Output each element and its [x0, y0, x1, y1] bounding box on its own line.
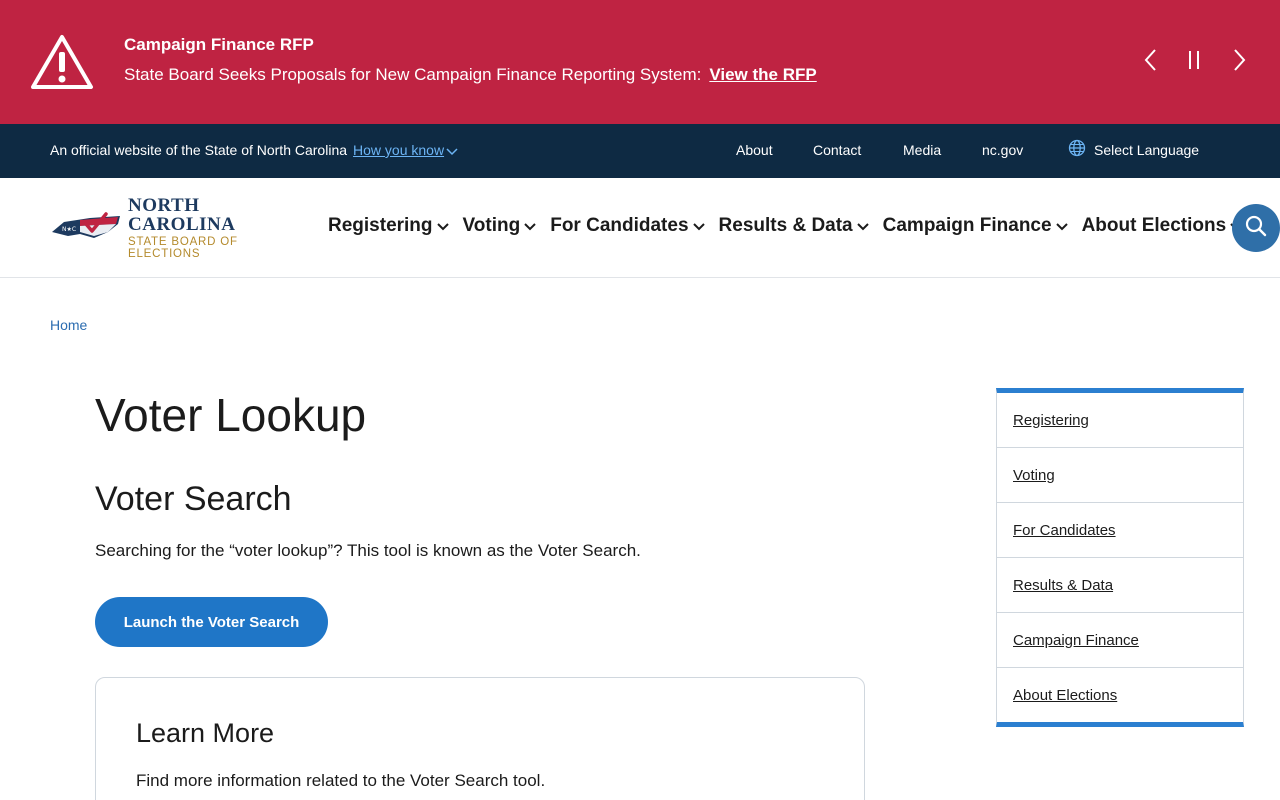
- nav-label: Registering: [328, 215, 433, 236]
- how-you-know-label: How you know: [353, 142, 445, 158]
- nav-voting[interactable]: Voting: [463, 215, 537, 237]
- sidenav-item-about-elections[interactable]: About Elections: [997, 668, 1243, 722]
- page-title: Voter Lookup: [95, 389, 367, 441]
- utility-bar: An official website of the State of Nort…: [0, 124, 1280, 178]
- nav-label: Results & Data: [718, 215, 853, 236]
- sidenav-item-results-data[interactable]: Results & Data: [997, 558, 1243, 613]
- svg-text:N★C: N★C: [62, 226, 76, 233]
- nav-label: Campaign Finance: [882, 215, 1052, 236]
- view-rfp-link[interactable]: View the RFP: [709, 65, 816, 84]
- breadcrumb-home-link[interactable]: Home: [50, 317, 87, 333]
- chevron-down-icon: [446, 143, 458, 159]
- nav-campaign-finance[interactable]: Campaign Finance: [883, 215, 1068, 237]
- intro-text: Searching for the “voter lookup”? This t…: [95, 541, 641, 560]
- nav-registering[interactable]: Registering: [328, 215, 449, 237]
- nav-label: For Candidates: [550, 215, 689, 236]
- utility-link-media[interactable]: Media: [903, 142, 941, 158]
- utility-link-contact[interactable]: Contact: [813, 142, 861, 158]
- chevron-down-icon: [1052, 215, 1068, 237]
- alert-banner: Campaign Finance RFP State Board Seeks P…: [0, 0, 1280, 124]
- utility-link-ncgov[interactable]: nc.gov: [982, 142, 1023, 158]
- logo-line1: NORTH CAROLINA: [128, 195, 236, 235]
- alert-body-text: State Board Seeks Proposals for New Camp…: [124, 65, 702, 84]
- pause-icon[interactable]: [1182, 48, 1206, 72]
- card-text: Find more information related to the Vot…: [136, 771, 546, 790]
- nav-for-candidates[interactable]: For Candidates: [550, 215, 705, 237]
- select-language-label: Select Language: [1094, 141, 1200, 158]
- search-button[interactable]: [1232, 204, 1280, 252]
- chevron-left-icon[interactable]: [1139, 48, 1163, 72]
- official-text: An official website of the State of Nort…: [50, 142, 348, 158]
- chevron-right-icon[interactable]: [1227, 48, 1251, 72]
- nav-about-elections[interactable]: About Elections: [1082, 215, 1243, 237]
- alert-message: State Board Seeks Proposals for New Camp…: [124, 65, 817, 85]
- chevron-down-icon: [689, 215, 705, 237]
- warning-triangle-icon: [30, 34, 94, 90]
- chevron-down-icon: [520, 215, 536, 237]
- nav-label: About Elections: [1081, 215, 1227, 236]
- utility-link-about[interactable]: About: [736, 142, 773, 158]
- chevron-down-icon: [433, 215, 449, 237]
- logo-text: NORTH CAROLINA STATE BOARD OF ELECTIONS: [128, 196, 302, 260]
- launch-voter-search-button[interactable]: Launch the Voter Search: [95, 597, 328, 647]
- official-site-notice: An official website of the State of Nort…: [50, 142, 458, 159]
- nc-state-map-icon: N★C: [50, 210, 122, 247]
- card-title: Learn More: [136, 718, 275, 748]
- alert-title: Campaign Finance RFP: [124, 35, 314, 54]
- how-you-know-link[interactable]: How you know: [353, 142, 458, 158]
- site-header: N★C NORTH CAROLINA STATE BOARD OF ELECTI…: [0, 178, 1280, 278]
- section-heading: Voter Search: [95, 480, 292, 518]
- side-nav: Registering Voting For Candidates Result…: [996, 388, 1244, 727]
- learn-more-card: Learn More Find more information related…: [95, 677, 865, 800]
- search-icon: [1245, 215, 1267, 242]
- select-language-button[interactable]: Select Language: [1068, 139, 1199, 160]
- sidenav-item-for-candidates[interactable]: For Candidates: [997, 503, 1243, 558]
- main-nav: Registering Voting For Candidates Result…: [328, 215, 1256, 237]
- logo-line2: STATE BOARD OF ELECTIONS: [128, 236, 238, 260]
- site-logo[interactable]: N★C NORTH CAROLINA STATE BOARD OF ELECTI…: [50, 196, 302, 259]
- nav-results-data[interactable]: Results & Data: [719, 215, 869, 237]
- sidenav-item-registering[interactable]: Registering: [997, 393, 1243, 448]
- sidenav-item-campaign-finance[interactable]: Campaign Finance: [997, 613, 1243, 668]
- breadcrumb: Home: [50, 317, 87, 333]
- nav-label: Voting: [462, 215, 521, 236]
- chevron-down-icon: [853, 215, 869, 237]
- sidenav-item-voting[interactable]: Voting: [997, 448, 1243, 503]
- globe-icon: [1068, 139, 1086, 160]
